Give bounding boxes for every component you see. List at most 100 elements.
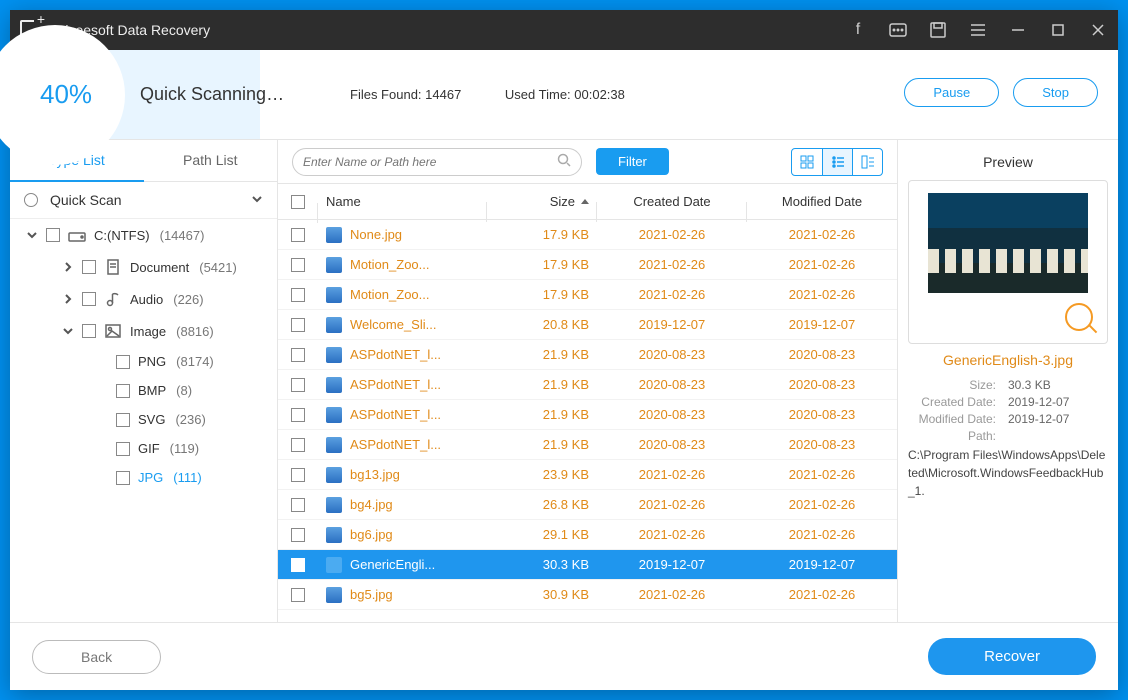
file-modified: 2021-02-26 xyxy=(747,287,897,302)
minimize-button[interactable] xyxy=(998,10,1038,50)
file-created: 2021-02-26 xyxy=(597,287,747,302)
column-name[interactable]: Name xyxy=(318,194,487,209)
file-name: bg4.jpg xyxy=(350,497,393,512)
tree-image[interactable]: Image (8816) xyxy=(10,315,277,347)
table-row[interactable]: ASPdotNET_l...21.9 KB2020-08-232020-08-2… xyxy=(278,340,897,370)
facebook-icon[interactable]: f xyxy=(838,10,878,50)
file-created: 2021-02-26 xyxy=(597,227,747,242)
table-row[interactable]: bg4.jpg26.8 KB2021-02-262021-02-26 xyxy=(278,490,897,520)
checkbox[interactable] xyxy=(116,355,130,369)
row-checkbox[interactable] xyxy=(291,468,305,482)
checkbox[interactable] xyxy=(116,384,130,398)
tree-bmp[interactable]: BMP(8) xyxy=(10,376,277,405)
message-icon[interactable] xyxy=(878,10,918,50)
file-modified: 2021-02-26 xyxy=(747,467,897,482)
document-icon xyxy=(104,258,122,276)
file-name: ASPdotNET_l... xyxy=(350,437,441,452)
tree-document[interactable]: Document (5421) xyxy=(10,251,277,283)
row-checkbox[interactable] xyxy=(291,228,305,242)
table-row[interactable]: bg6.jpg29.1 KB2021-02-262021-02-26 xyxy=(278,520,897,550)
app-window: Aiseesoft Data Recovery f 40% Quick Scan… xyxy=(10,10,1118,690)
chevron-down-icon xyxy=(62,326,74,336)
search-input[interactable] xyxy=(292,148,582,176)
chevron-right-icon xyxy=(62,294,74,304)
checkbox[interactable] xyxy=(82,292,96,306)
pause-button[interactable]: Pause xyxy=(904,78,999,107)
checkbox[interactable] xyxy=(82,260,96,274)
checkbox[interactable] xyxy=(116,413,130,427)
row-checkbox[interactable] xyxy=(291,438,305,452)
preview-modified-label: Modified Date: xyxy=(908,412,996,426)
back-button[interactable]: Back xyxy=(32,640,161,674)
file-modified: 2019-12-07 xyxy=(747,317,897,332)
select-all-checkbox[interactable] xyxy=(291,195,305,209)
drive-icon xyxy=(68,226,86,244)
file-icon xyxy=(326,287,342,303)
row-checkbox[interactable] xyxy=(291,588,305,602)
row-checkbox[interactable] xyxy=(291,258,305,272)
checkbox[interactable] xyxy=(46,228,60,242)
scan-status-text: Quick Scanning… xyxy=(140,84,300,105)
checkbox[interactable] xyxy=(116,442,130,456)
tree-audio[interactable]: Audio (226) xyxy=(10,283,277,315)
zoom-icon[interactable] xyxy=(1065,303,1093,331)
table-row[interactable]: GenericEngli...30.3 KB2019-12-072019-12-… xyxy=(278,550,897,580)
row-checkbox[interactable] xyxy=(291,348,305,362)
column-size[interactable]: Size xyxy=(487,194,597,209)
file-size: 23.9 KB xyxy=(487,467,597,482)
row-checkbox[interactable] xyxy=(291,528,305,542)
tree-png[interactable]: PNG(8174) xyxy=(10,347,277,376)
menu-icon[interactable] xyxy=(958,10,998,50)
table-row[interactable]: None.jpg17.9 KB2021-02-262021-02-26 xyxy=(278,220,897,250)
footer: Back Recover xyxy=(10,622,1118,690)
tree-drive-label: C:(NTFS) xyxy=(94,228,150,243)
preview-path: C:\Program Files\WindowsApps\Deleted\Mic… xyxy=(908,446,1108,500)
checkbox[interactable] xyxy=(82,324,96,338)
table-row[interactable]: ASPdotNET_l...21.9 KB2020-08-232020-08-2… xyxy=(278,400,897,430)
view-detail-button[interactable] xyxy=(852,149,882,175)
file-name: bg6.jpg xyxy=(350,527,393,542)
row-checkbox[interactable] xyxy=(291,408,305,422)
close-button[interactable] xyxy=(1078,10,1118,50)
tree-svg[interactable]: SVG (236) xyxy=(10,405,277,434)
preview-heading: Preview xyxy=(908,154,1108,170)
tree-drive[interactable]: C:(NTFS) (14467) xyxy=(10,219,277,251)
table-row[interactable]: bg13.jpg23.9 KB2021-02-262021-02-26 xyxy=(278,460,897,490)
tree-svg-count: (236) xyxy=(175,412,205,427)
search-field[interactable] xyxy=(303,155,557,169)
table-row[interactable]: Motion_Zoo...17.9 KB2021-02-262021-02-26 xyxy=(278,280,897,310)
row-checkbox[interactable] xyxy=(291,558,305,572)
quick-scan-row[interactable]: Quick Scan xyxy=(10,182,277,219)
stop-button[interactable]: Stop xyxy=(1013,78,1098,107)
filter-button[interactable]: Filter xyxy=(596,148,669,175)
table-row[interactable]: Welcome_Sli...20.8 KB2019-12-072019-12-0… xyxy=(278,310,897,340)
checkbox[interactable] xyxy=(116,471,130,485)
tab-path-list[interactable]: Path List xyxy=(144,140,278,182)
table-row[interactable]: ASPdotNET_l...21.9 KB2020-08-232020-08-2… xyxy=(278,370,897,400)
table-row[interactable]: Motion_Zoo...17.9 KB2021-02-262021-02-26 xyxy=(278,250,897,280)
file-size: 20.8 KB xyxy=(487,317,597,332)
column-created[interactable]: Created Date xyxy=(597,194,747,209)
row-checkbox[interactable] xyxy=(291,318,305,332)
maximize-button[interactable] xyxy=(1038,10,1078,50)
view-list-button[interactable] xyxy=(822,149,852,175)
table-row[interactable]: ASPdotNET_l...21.9 KB2020-08-232020-08-2… xyxy=(278,430,897,460)
row-checkbox[interactable] xyxy=(291,378,305,392)
file-icon xyxy=(326,557,342,573)
file-icon xyxy=(326,527,342,543)
tree-jpg[interactable]: JPG(111) xyxy=(10,463,277,492)
row-checkbox[interactable] xyxy=(291,288,305,302)
recover-button[interactable]: Recover xyxy=(928,638,1096,675)
table-row[interactable]: bg5.jpg30.9 KB2021-02-262021-02-26 xyxy=(278,580,897,610)
file-size: 30.9 KB xyxy=(487,587,597,602)
tree-svg-label: SVG xyxy=(138,412,165,427)
tree-gif[interactable]: GIF(119) xyxy=(10,434,277,463)
column-modified[interactable]: Modified Date xyxy=(747,194,897,209)
preview-thumbnail xyxy=(928,193,1088,293)
save-icon[interactable] xyxy=(918,10,958,50)
row-checkbox[interactable] xyxy=(291,498,305,512)
preview-filename: GenericEnglish-3.jpg xyxy=(908,352,1108,368)
file-icon xyxy=(326,257,342,273)
view-grid-button[interactable] xyxy=(792,149,822,175)
file-icon xyxy=(326,347,342,363)
